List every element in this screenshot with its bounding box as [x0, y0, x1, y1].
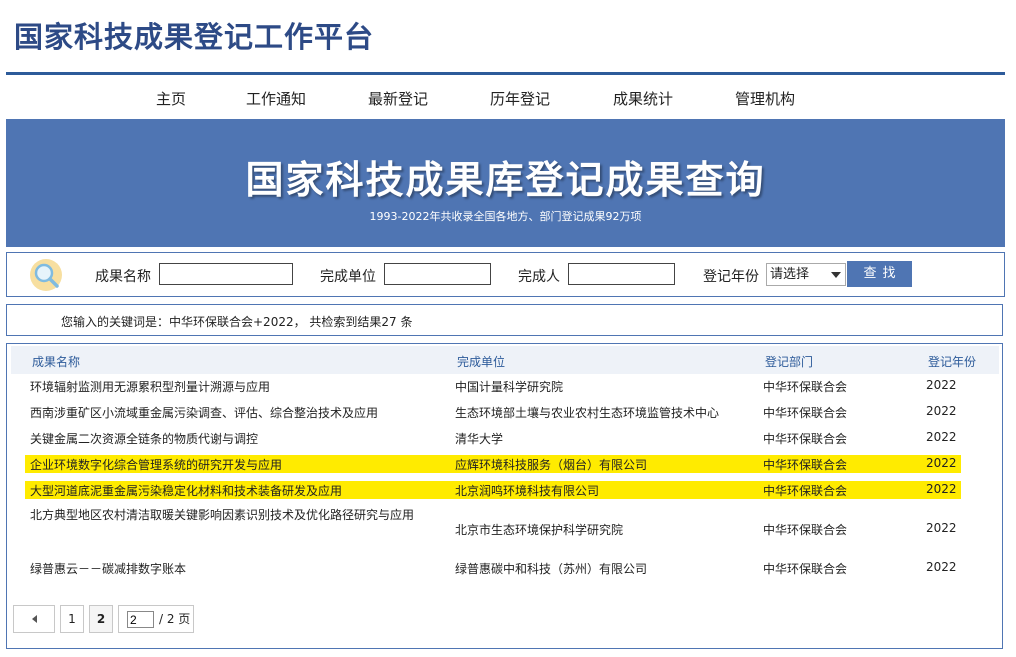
prev-page-button[interactable] — [13, 605, 55, 633]
row-unit: 生态环境部土壤与农业农村生态环境监管技术中心 — [455, 406, 720, 420]
table-row: 北方典型地区农村清洁取暖关键影响因素识别技术及优化路径研究与应用 北京市生态环境… — [25, 508, 961, 538]
person-input[interactable] — [568, 263, 675, 285]
row-year: 2022 — [926, 521, 957, 535]
nav-item-latest[interactable]: 最新登记 — [368, 88, 428, 109]
header-result-name: 成果名称 — [32, 355, 81, 369]
page-1-button[interactable]: 1 — [60, 605, 84, 633]
results-table: 成果名称 完成单位 登记部门 登记年份 环境辐射监测用无源累积型剂量计溯源与应用… — [6, 343, 1003, 649]
row-result-name-link[interactable]: 环境辐射监测用无源累积型剂量计溯源与应用 — [30, 378, 270, 395]
unit-input[interactable] — [384, 263, 491, 285]
table-header: 成果名称 完成单位 登记部门 登记年份 — [11, 346, 999, 374]
banner: 国家科技成果库登记成果查询 1993-2022年共收录全国各地方、部门登记成果9… — [6, 119, 1005, 247]
row-department: 中华环保联合会 — [763, 562, 848, 576]
table-row: 关键金属二次资源全链条的物质代谢与调控 清华大学 中华环保联合会 2022 — [25, 429, 961, 447]
unit-label: 完成单位 — [320, 269, 376, 285]
row-department: 中华环保联合会 — [763, 458, 848, 472]
person-label: 完成人 — [518, 269, 560, 285]
row-unit: 北京润鸣环境科技有限公司 — [455, 484, 600, 498]
page-jump: / 2 页 — [118, 605, 194, 633]
page-total: / 2 页 — [159, 612, 191, 626]
table-row: 绿普惠云－－碳减排数字账本 绿普惠碳中和科技（苏州）有限公司 中华环保联合会 2… — [25, 559, 961, 577]
site-title: 国家科技成果登记工作平台 — [14, 20, 375, 54]
row-year: 2022 — [926, 456, 957, 470]
header-unit: 完成单位 — [457, 355, 506, 369]
nav-item-management[interactable]: 管理机构 — [735, 88, 795, 109]
keyword-summary: 您输入的关键词是：中华环保联合会+2022， 共检索到结果27 条 — [6, 304, 1003, 336]
year-label: 登记年份 — [703, 269, 759, 285]
row-department: 中华环保联合会 — [763, 380, 848, 394]
banner-title: 国家科技成果库登记成果查询 — [245, 158, 766, 202]
result-name-input[interactable] — [159, 263, 293, 285]
row-unit: 应辉环境科技服务（烟台）有限公司 — [455, 458, 648, 472]
table-row: 环境辐射监测用无源累积型剂量计溯源与应用 中国计量科学研究院 中华环保联合会 2… — [25, 377, 961, 395]
header-department: 登记部门 — [765, 355, 814, 369]
table-row: 企业环境数字化综合管理系统的研究开发与应用 应辉环境科技服务（烟台）有限公司 中… — [25, 455, 961, 473]
row-unit: 绿普惠碳中和科技（苏州）有限公司 — [455, 562, 648, 576]
row-department: 中华环保联合会 — [763, 406, 848, 420]
row-unit: 中国计量科学研究院 — [455, 380, 564, 394]
row-year: 2022 — [926, 378, 957, 392]
row-result-name-link[interactable]: 绿普惠云－－碳减排数字账本 — [30, 560, 186, 577]
page-2-button[interactable]: 2 — [89, 605, 113, 633]
row-department: 中华环保联合会 — [763, 484, 848, 498]
row-result-name-link[interactable]: 关键金属二次资源全链条的物质代谢与调控 — [30, 430, 258, 447]
banner-subtitle: 1993-2022年共收录全国各地方、部门登记成果92万项 — [369, 210, 642, 223]
nav-item-notices[interactable]: 工作通知 — [246, 88, 306, 109]
row-unit: 北京市生态环境保护科学研究院 — [455, 523, 624, 537]
year-select[interactable]: 请选择 — [766, 263, 846, 286]
table-row: 大型河道底泥重金属污染稳定化材料和技术装备研发及应用 北京润鸣环境科技有限公司 … — [25, 481, 961, 499]
page-jump-input[interactable] — [127, 611, 154, 628]
table-row: 西南涉重矿区小流域重金属污染调查、评估、综合整治技术及应用 生态环境部土壤与农业… — [25, 403, 961, 421]
header-year: 登记年份 — [928, 355, 977, 369]
row-year: 2022 — [926, 560, 957, 574]
result-name-label: 成果名称 — [95, 269, 151, 285]
row-result-name-link[interactable]: 大型河道底泥重金属污染稳定化材料和技术装备研发及应用 — [30, 482, 342, 499]
keyword-summary-text: 您输入的关键词是：中华环保联合会+2022， 共检索到结果27 条 — [61, 315, 413, 329]
nav-item-home[interactable]: 主页 — [156, 88, 186, 109]
row-result-name-link[interactable]: 企业环境数字化综合管理系统的研究开发与应用 — [30, 456, 282, 473]
search-icon — [30, 259, 62, 291]
nav-item-history[interactable]: 历年登记 — [490, 88, 550, 109]
row-year: 2022 — [926, 404, 957, 418]
chevron-down-icon — [831, 272, 841, 278]
year-select-value: 请选择 — [770, 267, 810, 282]
nav-item-statistics[interactable]: 成果统计 — [613, 88, 673, 109]
header-divider — [6, 72, 1005, 75]
row-result-name-link[interactable]: 西南涉重矿区小流域重金属污染调查、评估、综合整治技术及应用 — [30, 404, 378, 421]
row-department: 中华环保联合会 — [763, 432, 848, 446]
row-year: 2022 — [926, 482, 957, 496]
main-nav: 主页 工作通知 最新登记 历年登记 成果统计 管理机构 — [0, 84, 1016, 112]
chevron-left-icon — [32, 615, 37, 623]
search-form: 成果名称 完成单位 完成人 登记年份 请选择 查找 — [6, 252, 1005, 297]
row-unit: 清华大学 — [455, 432, 504, 446]
row-year: 2022 — [926, 430, 957, 444]
row-department: 中华环保联合会 — [763, 523, 848, 537]
row-result-name-link[interactable]: 北方典型地区农村清洁取暖关键影响因素识别技术及优化路径研究与应用 — [30, 502, 440, 528]
search-button[interactable]: 查找 — [847, 261, 912, 287]
